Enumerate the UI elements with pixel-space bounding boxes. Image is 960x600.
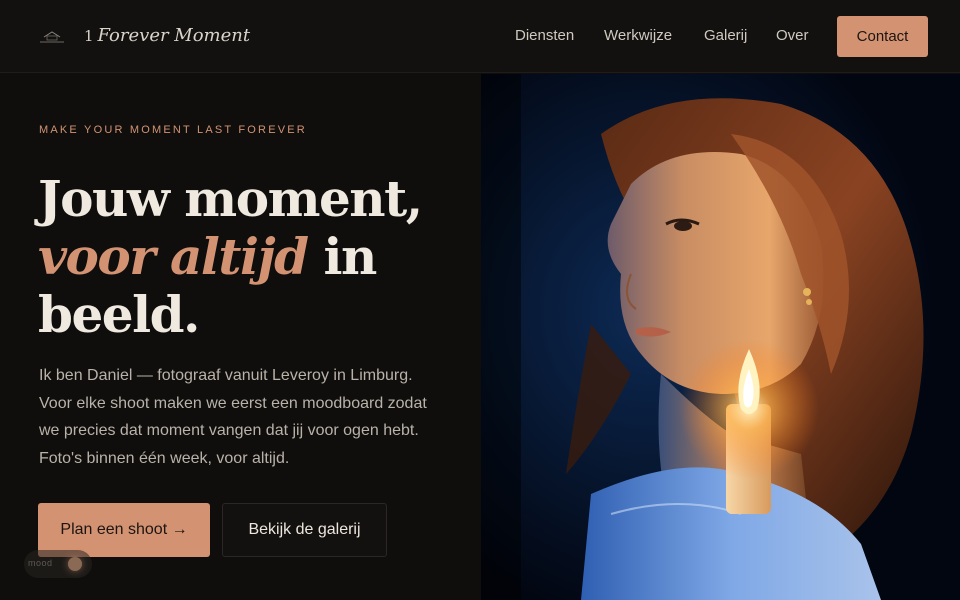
headline-line3: beeld. (38, 285, 200, 344)
top-navbar: 1 Forever Moment Diensten Werkwijze Galer… (0, 0, 960, 73)
logo-icon[interactable] (38, 28, 66, 46)
brand-name: Forever Moment (97, 25, 251, 46)
headline-line1: Jouw moment, (38, 169, 423, 228)
nav-link-diensten[interactable]: Diensten (515, 27, 574, 44)
hero-photo (481, 74, 960, 600)
headline-after-accent: in (307, 227, 377, 286)
nav-link-galerij[interactable]: Galerij (704, 27, 747, 44)
view-gallery-button[interactable]: Bekijk de galerij (222, 503, 387, 557)
plan-shoot-button[interactable]: Plan een shoot → (38, 503, 210, 557)
nav-link-werkwijze[interactable]: Werkwijze (604, 27, 672, 44)
hero-eyebrow: MAKE YOUR MOMENT LAST FOREVER (39, 124, 307, 136)
contact-button[interactable]: Contact (837, 16, 928, 57)
brand-logo[interactable]: 1 Forever Moment (84, 25, 250, 46)
nav-link-over[interactable]: Over (776, 27, 809, 44)
mood-toggle-knob[interactable] (68, 557, 82, 571)
hero-intro: Ik ben Daniel — fotograaf vanuit Leveroy… (39, 367, 427, 467)
mood-toggle-label: mood (28, 558, 53, 568)
brand-number: 1 (84, 27, 94, 45)
portrait-candle-image (481, 74, 960, 600)
mood-toggle[interactable]: mood (24, 550, 92, 578)
hero-headline: Jouw moment, voor altijd in beeld. (38, 170, 458, 344)
headline-accent: voor altijd (38, 227, 309, 286)
